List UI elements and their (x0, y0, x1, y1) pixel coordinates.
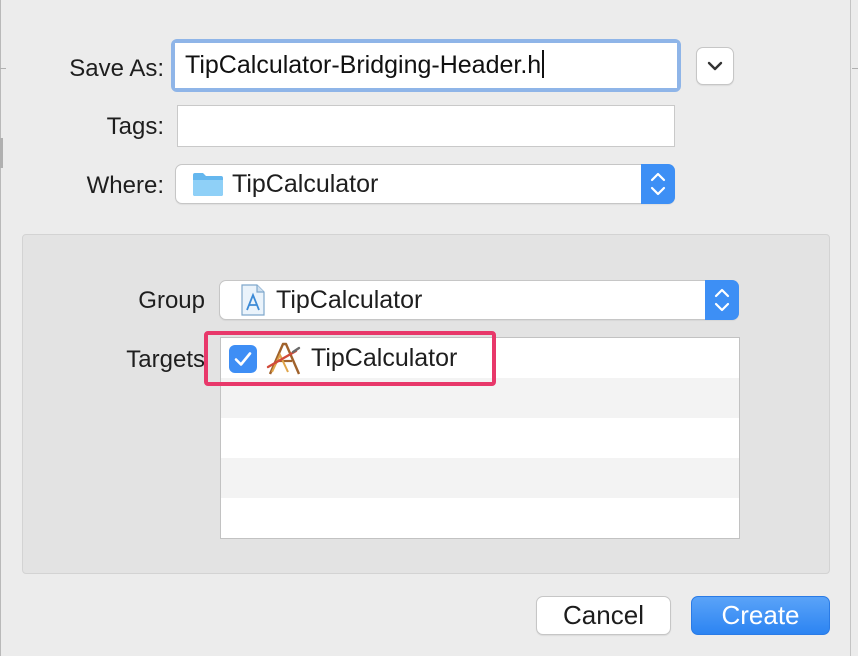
create-button[interactable]: Create (691, 596, 830, 635)
text-caret (542, 50, 545, 78)
edge-tick (0, 68, 6, 69)
where-popup[interactable]: TipCalculator (175, 164, 675, 204)
xcodeproj-file-icon (241, 284, 265, 316)
edge-tick (852, 68, 858, 69)
edge-tick (0, 138, 3, 168)
tags-field[interactable] (177, 105, 675, 147)
save-as-field[interactable]: TipCalculator-Bridging-Header.h (175, 43, 677, 88)
up-down-arrows-icon (714, 288, 730, 312)
group-popup[interactable]: TipCalculator (219, 280, 739, 320)
highlight-annotation (204, 331, 496, 386)
cancel-button[interactable]: Cancel (536, 596, 671, 635)
folder-icon (193, 173, 223, 196)
list-row-empty (221, 418, 739, 458)
expand-dialog-button[interactable] (696, 47, 734, 85)
tags-label: Tags: (106, 113, 164, 140)
targets-label: Targets (126, 346, 205, 373)
where-label: Where: (86, 172, 164, 199)
window-edge-right (850, 0, 851, 656)
chevron-down-icon (707, 61, 723, 71)
where-stepper (641, 164, 675, 204)
list-row-empty (221, 458, 739, 498)
up-down-arrows-icon (650, 172, 666, 196)
save-as-value: TipCalculator-Bridging-Header.h (185, 51, 542, 79)
group-stepper (705, 280, 739, 320)
group-value: TipCalculator (276, 286, 423, 314)
window-edge-left (0, 0, 1, 656)
group-label: Group (138, 287, 205, 314)
where-value: TipCalculator (232, 170, 379, 198)
save-as-label: Save As: (69, 55, 164, 82)
list-row-empty (221, 498, 739, 538)
